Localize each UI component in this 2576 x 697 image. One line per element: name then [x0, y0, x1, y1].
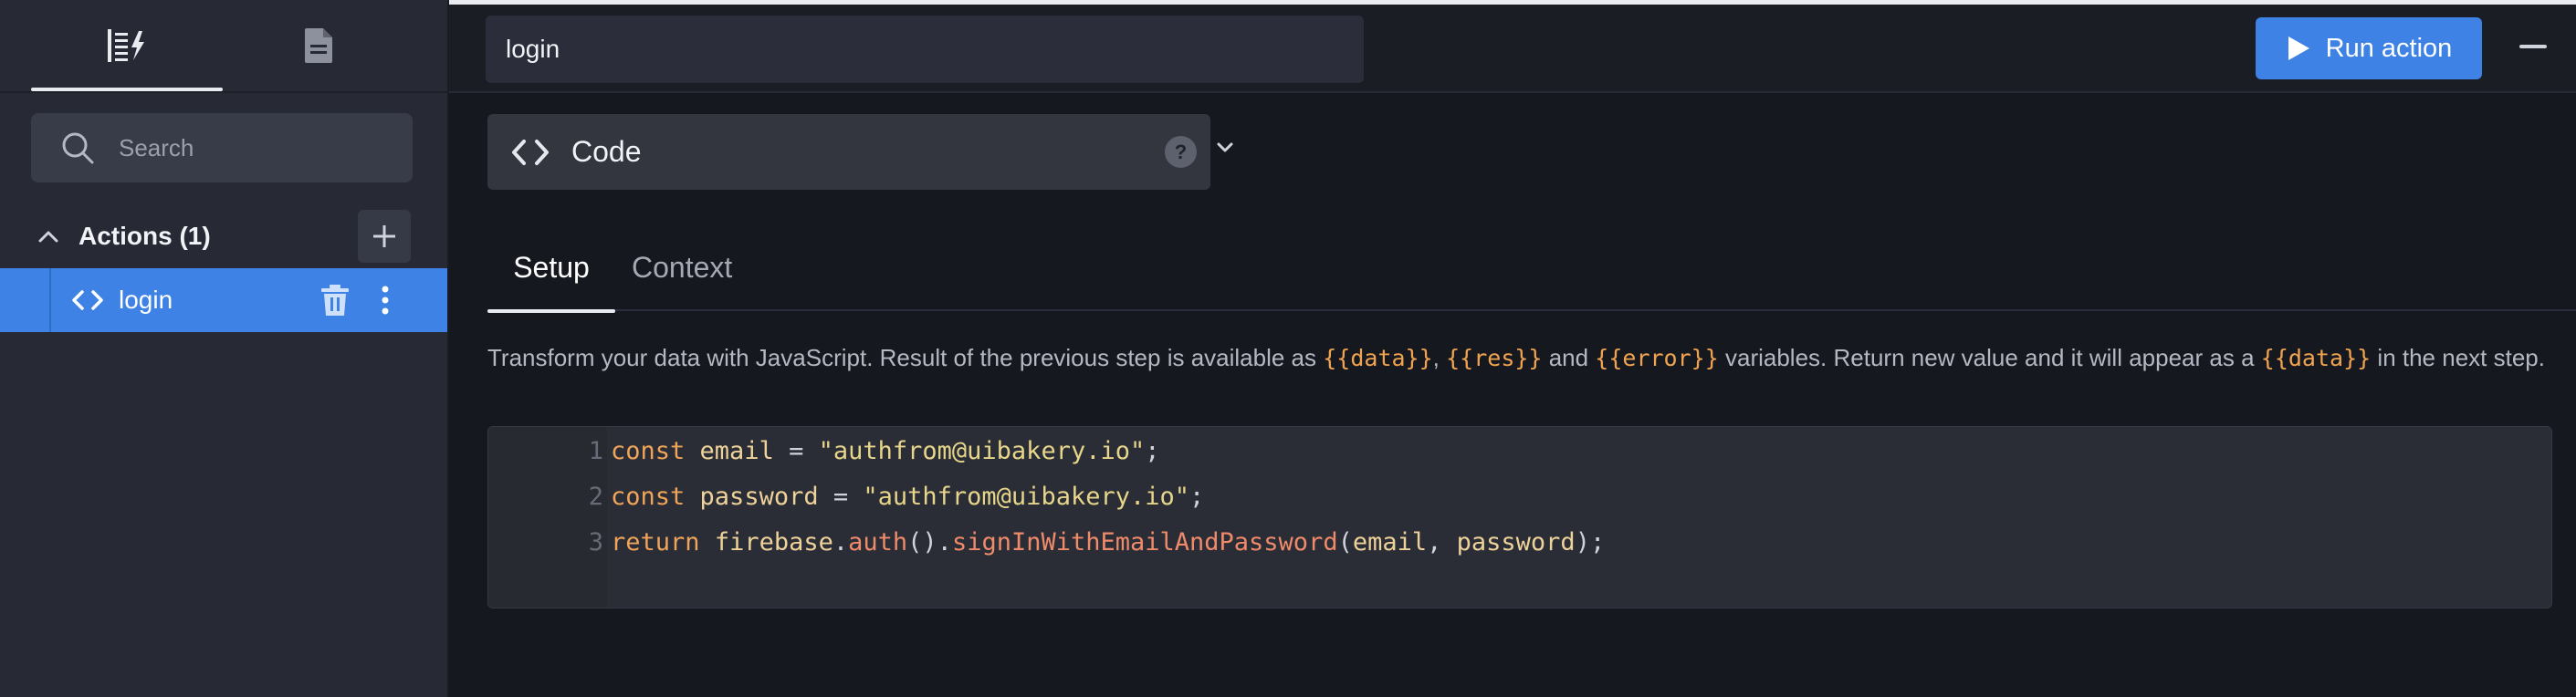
code-keyword: const	[611, 482, 686, 511]
code-line: 3 return firebase.auth().signInWithEmail…	[488, 519, 2551, 565]
code-variable: password	[1456, 527, 1576, 557]
line-number: 3	[588, 527, 603, 557]
code-variable: email	[699, 436, 774, 465]
code-punctuation: ;	[1189, 482, 1205, 511]
action-name-input[interactable]: login	[486, 16, 1364, 83]
tab-actions[interactable]	[31, 5, 223, 91]
plus-icon	[372, 224, 397, 249]
code-line: 2 const password = "authfrom@uibakery.io…	[488, 473, 2551, 519]
code-variable: firebase	[714, 527, 833, 557]
code-function: auth	[848, 527, 908, 557]
code-line-content: const email = "authfrom@uibakery.io";	[611, 437, 1160, 465]
code-line-content: return firebase.auth().signInWithEmailAn…	[611, 528, 1605, 557]
minimize-icon[interactable]	[2519, 45, 2547, 48]
code-editor[interactable]: 1 const email = "authfrom@uibakery.io"; …	[487, 426, 2552, 609]
step-type-select[interactable]: Code ?	[487, 114, 1233, 190]
action-header: login Run action	[449, 5, 2576, 93]
line-number: 2	[588, 482, 603, 511]
trash-icon[interactable]	[319, 284, 351, 317]
code-function: signInWithEmailAndPassword	[951, 527, 1338, 557]
step-tabs: Setup Context	[487, 224, 2576, 313]
code-punctuation: ().	[907, 527, 952, 557]
code-operator: =	[773, 436, 819, 465]
chevron-down-icon[interactable]	[1216, 141, 1234, 159]
action-item-label: login	[119, 286, 173, 314]
code-line-content: const password = "authfrom@uibakery.io";	[611, 483, 1204, 511]
description-text: in the next step.	[2371, 344, 2545, 371]
more-vertical-icon[interactable]	[380, 285, 391, 316]
tree-indent-line	[49, 268, 51, 332]
search-placeholder: Search	[119, 133, 194, 161]
tab-context[interactable]: Context	[632, 224, 732, 311]
help-icon[interactable]: ?	[1165, 136, 1197, 168]
code-keyword: const	[611, 436, 686, 465]
code-variable: email	[1352, 527, 1428, 557]
description-text: and	[1542, 344, 1596, 371]
sidebar-tabs	[0, 5, 447, 93]
code-keyword: return	[611, 527, 700, 557]
code-icon	[511, 139, 550, 166]
step-type-label: Code	[571, 135, 642, 168]
code-string: "authfrom@uibakery.io"	[818, 436, 1146, 465]
code-punctuation: (	[1337, 527, 1353, 557]
code-line: 1 const email = "authfrom@uibakery.io";	[488, 428, 2551, 473]
code-punctuation: );	[1575, 527, 1606, 557]
var-data: {{data}}	[1323, 345, 1433, 371]
code-string: "authfrom@uibakery.io"	[863, 482, 1189, 511]
code-punctuation: ,	[1427, 527, 1457, 557]
tab-setup[interactable]: Setup	[487, 224, 615, 313]
description-text: Transform your data with JavaScript. Res…	[487, 344, 1324, 371]
main-panel: login Run action Code ? Setup Context Tr…	[449, 5, 2576, 697]
actions-section-header[interactable]: Actions (1)	[0, 206, 447, 266]
code-icon	[71, 289, 104, 311]
actions-section-title: Actions (1)	[79, 222, 211, 250]
description-text: variables. Return new value and it will …	[1718, 344, 2261, 371]
var-error: {{error}}	[1595, 345, 1719, 371]
play-icon	[2286, 35, 2326, 62]
tab-documents[interactable]	[223, 5, 414, 91]
code-step-description: Transform your data with JavaScript. Res…	[487, 342, 2560, 374]
sidebar: Search Actions (1) login	[0, 0, 449, 697]
description-text: ,	[1432, 344, 1447, 371]
code-punctuation: ;	[1145, 436, 1160, 465]
code-punctuation: .	[832, 527, 849, 557]
document-icon	[303, 26, 334, 69]
var-res: {{res}}	[1446, 345, 1543, 371]
actions-list-icon	[106, 27, 148, 68]
run-action-label: Run action	[2325, 33, 2453, 63]
code-operator: =	[818, 482, 864, 511]
run-action-button[interactable]: Run action	[2256, 17, 2482, 79]
search-input[interactable]: Search	[31, 113, 413, 182]
add-action-button[interactable]	[358, 210, 411, 263]
code-variable: password	[699, 482, 819, 511]
chevron-up-icon[interactable]	[38, 230, 58, 243]
action-item-login[interactable]: login	[0, 268, 447, 332]
search-icon	[60, 130, 95, 165]
line-number: 1	[588, 436, 603, 465]
var-data: {{data}}	[2260, 345, 2372, 371]
